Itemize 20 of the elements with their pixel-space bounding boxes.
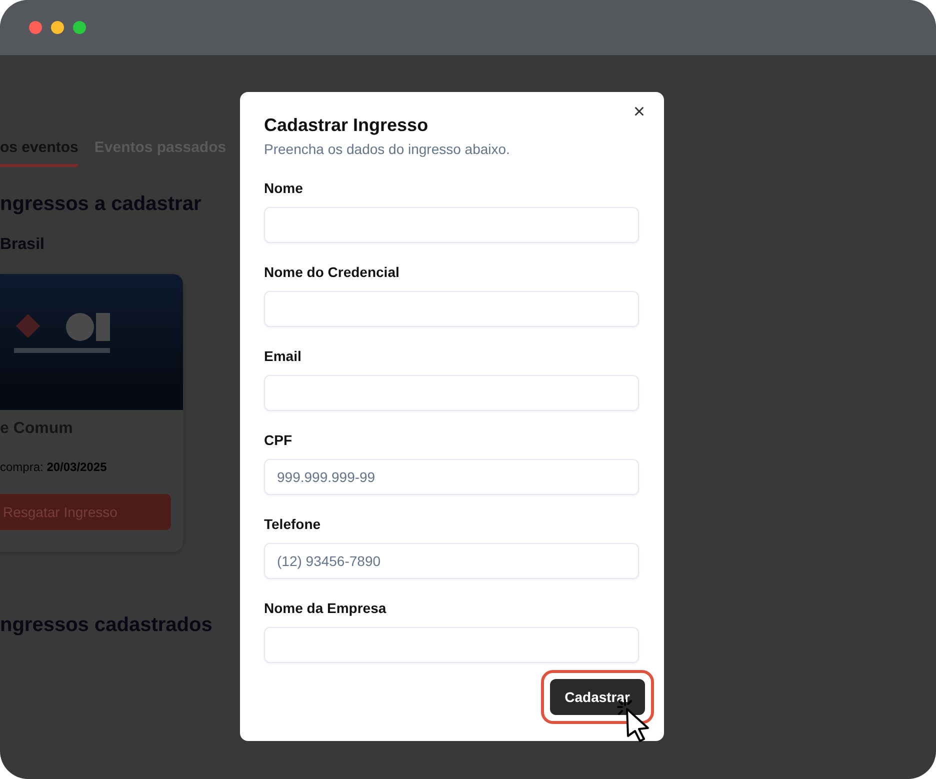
field-label: Nome da Empresa xyxy=(264,599,388,618)
purchase-date: compra: 20/03/2025 xyxy=(0,460,108,474)
close-button[interactable]: × xyxy=(633,101,645,123)
dialog-title: Cadastrar Ingresso xyxy=(264,114,430,137)
input-field[interactable] xyxy=(264,375,639,411)
field-label: Nome xyxy=(264,179,304,198)
input-field[interactable] xyxy=(264,627,639,663)
submit-button[interactable]: Cadastrar xyxy=(550,679,645,715)
minimize-window-icon[interactable] xyxy=(51,21,64,34)
field-label: Nome do Credencial xyxy=(264,263,400,282)
input-field[interactable] xyxy=(264,207,639,243)
input-field[interactable]: 999.999.999-99 xyxy=(264,459,639,495)
field-label: Email xyxy=(264,347,302,366)
close-window-icon[interactable] xyxy=(29,21,42,34)
dialog-subtitle: Preencha os dados do ingresso abaixo. xyxy=(264,140,510,159)
maximize-window-icon[interactable] xyxy=(73,21,86,34)
input-field[interactable] xyxy=(264,291,639,327)
field-label: Telefone xyxy=(264,515,322,534)
input-field[interactable]: (12) 93456-7890 xyxy=(264,543,639,579)
field-label: CPF xyxy=(264,431,293,450)
